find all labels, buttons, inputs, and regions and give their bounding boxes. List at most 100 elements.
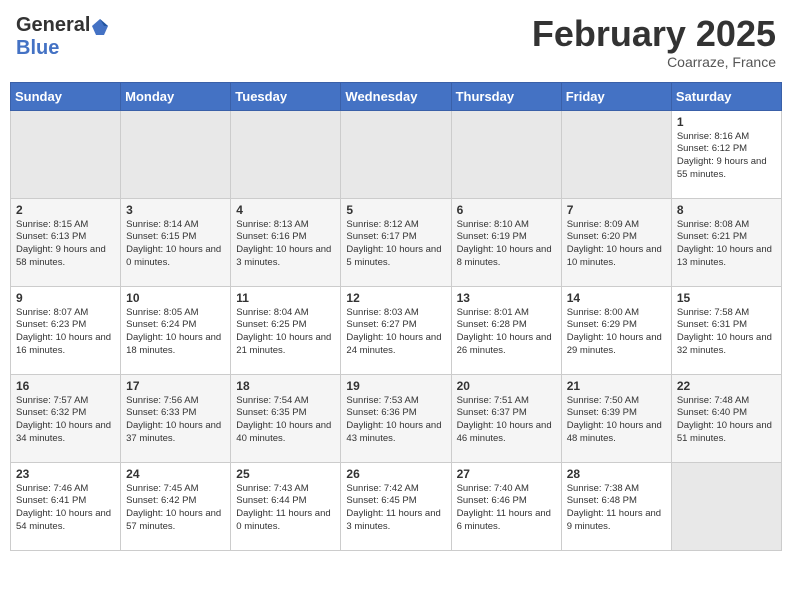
day-info: Sunrise: 7:54 AM Sunset: 6:35 PM Dayligh… bbox=[236, 395, 335, 446]
day-info: Sunrise: 7:42 AM Sunset: 6:45 PM Dayligh… bbox=[346, 483, 445, 534]
calendar-cell-w5-d7 bbox=[671, 462, 781, 550]
calendar-cell-w5-d3: 25 Sunrise: 7:43 AM Sunset: 6:44 PM Dayl… bbox=[231, 462, 341, 550]
sunrise: Sunrise: 8:08 AM bbox=[677, 219, 749, 230]
sunset: Sunset: 6:48 PM bbox=[567, 495, 637, 506]
calendar-cell-w3-d7: 15 Sunrise: 7:58 AM Sunset: 6:31 PM Dayl… bbox=[671, 286, 781, 374]
sunrise: Sunrise: 8:01 AM bbox=[457, 307, 529, 318]
daylight: Daylight: 10 hours and 40 minutes. bbox=[236, 420, 331, 444]
sunset: Sunset: 6:39 PM bbox=[567, 407, 637, 418]
day-number: 14 bbox=[567, 291, 666, 305]
day-number: 28 bbox=[567, 467, 666, 481]
calendar-cell-w2-d2: 3 Sunrise: 8:14 AM Sunset: 6:15 PM Dayli… bbox=[121, 198, 231, 286]
sunset: Sunset: 6:35 PM bbox=[236, 407, 306, 418]
header-wednesday: Wednesday bbox=[341, 82, 451, 110]
day-number: 6 bbox=[457, 203, 556, 217]
calendar-cell-w5-d2: 24 Sunrise: 7:45 AM Sunset: 6:42 PM Dayl… bbox=[121, 462, 231, 550]
day-number: 16 bbox=[16, 379, 115, 393]
sunrise: Sunrise: 7:48 AM bbox=[677, 395, 749, 406]
sunset: Sunset: 6:32 PM bbox=[16, 407, 86, 418]
title-area: February 2025 Coarraze, France bbox=[532, 14, 776, 70]
sunrise: Sunrise: 7:56 AM bbox=[126, 395, 198, 406]
sunrise: Sunrise: 8:07 AM bbox=[16, 307, 88, 318]
calendar-cell-w4-d2: 17 Sunrise: 7:56 AM Sunset: 6:33 PM Dayl… bbox=[121, 374, 231, 462]
day-info: Sunrise: 7:38 AM Sunset: 6:48 PM Dayligh… bbox=[567, 483, 666, 534]
daylight: Daylight: 11 hours and 9 minutes. bbox=[567, 508, 661, 532]
calendar-cell-w1-d1 bbox=[11, 110, 121, 198]
daylight: Daylight: 9 hours and 55 minutes. bbox=[677, 156, 767, 180]
sunrise: Sunrise: 7:58 AM bbox=[677, 307, 749, 318]
calendar-cell-w5-d4: 26 Sunrise: 7:42 AM Sunset: 6:45 PM Dayl… bbox=[341, 462, 451, 550]
daylight: Daylight: 10 hours and 29 minutes. bbox=[567, 332, 662, 356]
calendar-cell-w3-d5: 13 Sunrise: 8:01 AM Sunset: 6:28 PM Dayl… bbox=[451, 286, 561, 374]
sunrise: Sunrise: 7:43 AM bbox=[236, 483, 308, 494]
calendar-week-3: 9 Sunrise: 8:07 AM Sunset: 6:23 PM Dayli… bbox=[11, 286, 782, 374]
sunset: Sunset: 6:21 PM bbox=[677, 231, 747, 242]
calendar-cell-w2-d1: 2 Sunrise: 8:15 AM Sunset: 6:13 PM Dayli… bbox=[11, 198, 121, 286]
day-number: 21 bbox=[567, 379, 666, 393]
calendar-cell-w3-d1: 9 Sunrise: 8:07 AM Sunset: 6:23 PM Dayli… bbox=[11, 286, 121, 374]
sunset: Sunset: 6:12 PM bbox=[677, 143, 747, 154]
daylight: Daylight: 10 hours and 51 minutes. bbox=[677, 420, 772, 444]
sunset: Sunset: 6:40 PM bbox=[677, 407, 747, 418]
daylight: Daylight: 10 hours and 34 minutes. bbox=[16, 420, 111, 444]
calendar-cell-w1-d6 bbox=[561, 110, 671, 198]
day-info: Sunrise: 8:13 AM Sunset: 6:16 PM Dayligh… bbox=[236, 219, 335, 270]
calendar-cell-w1-d4 bbox=[341, 110, 451, 198]
day-number: 24 bbox=[126, 467, 225, 481]
header-thursday: Thursday bbox=[451, 82, 561, 110]
day-info: Sunrise: 7:56 AM Sunset: 6:33 PM Dayligh… bbox=[126, 395, 225, 446]
day-number: 13 bbox=[457, 291, 556, 305]
sunset: Sunset: 6:25 PM bbox=[236, 319, 306, 330]
sunset: Sunset: 6:37 PM bbox=[457, 407, 527, 418]
sunset: Sunset: 6:36 PM bbox=[346, 407, 416, 418]
day-info: Sunrise: 8:05 AM Sunset: 6:24 PM Dayligh… bbox=[126, 307, 225, 358]
sunrise: Sunrise: 8:03 AM bbox=[346, 307, 418, 318]
calendar-cell-w4-d6: 21 Sunrise: 7:50 AM Sunset: 6:39 PM Dayl… bbox=[561, 374, 671, 462]
day-number: 2 bbox=[16, 203, 115, 217]
month-title: February 2025 bbox=[532, 14, 776, 54]
sunrise: Sunrise: 7:54 AM bbox=[236, 395, 308, 406]
daylight: Daylight: 10 hours and 16 minutes. bbox=[16, 332, 111, 356]
logo-general: General bbox=[16, 14, 90, 36]
logo-blue: Blue bbox=[16, 37, 59, 59]
calendar-header-row: Sunday Monday Tuesday Wednesday Thursday… bbox=[11, 82, 782, 110]
sunset: Sunset: 6:46 PM bbox=[457, 495, 527, 506]
header-saturday: Saturday bbox=[671, 82, 781, 110]
sunrise: Sunrise: 8:05 AM bbox=[126, 307, 198, 318]
daylight: Daylight: 10 hours and 0 minutes. bbox=[126, 244, 221, 268]
calendar-cell-w1-d3 bbox=[231, 110, 341, 198]
day-number: 3 bbox=[126, 203, 225, 217]
sunset: Sunset: 6:41 PM bbox=[16, 495, 86, 506]
day-number: 25 bbox=[236, 467, 335, 481]
day-info: Sunrise: 7:57 AM Sunset: 6:32 PM Dayligh… bbox=[16, 395, 115, 446]
daylight: Daylight: 10 hours and 43 minutes. bbox=[346, 420, 441, 444]
calendar-cell-w4-d7: 22 Sunrise: 7:48 AM Sunset: 6:40 PM Dayl… bbox=[671, 374, 781, 462]
sunset: Sunset: 6:19 PM bbox=[457, 231, 527, 242]
daylight: Daylight: 10 hours and 3 minutes. bbox=[236, 244, 331, 268]
day-info: Sunrise: 7:53 AM Sunset: 6:36 PM Dayligh… bbox=[346, 395, 445, 446]
header-friday: Friday bbox=[561, 82, 671, 110]
calendar-cell-w5-d6: 28 Sunrise: 7:38 AM Sunset: 6:48 PM Dayl… bbox=[561, 462, 671, 550]
sunrise: Sunrise: 8:10 AM bbox=[457, 219, 529, 230]
calendar-cell-w2-d4: 5 Sunrise: 8:12 AM Sunset: 6:17 PM Dayli… bbox=[341, 198, 451, 286]
sunrise: Sunrise: 8:14 AM bbox=[126, 219, 198, 230]
day-info: Sunrise: 7:50 AM Sunset: 6:39 PM Dayligh… bbox=[567, 395, 666, 446]
daylight: Daylight: 10 hours and 32 minutes. bbox=[677, 332, 772, 356]
daylight: Daylight: 11 hours and 0 minutes. bbox=[236, 508, 330, 532]
day-info: Sunrise: 8:16 AM Sunset: 6:12 PM Dayligh… bbox=[677, 131, 776, 182]
daylight: Daylight: 10 hours and 18 minutes. bbox=[126, 332, 221, 356]
day-number: 18 bbox=[236, 379, 335, 393]
daylight: Daylight: 10 hours and 24 minutes. bbox=[346, 332, 441, 356]
sunset: Sunset: 6:33 PM bbox=[126, 407, 196, 418]
day-info: Sunrise: 8:03 AM Sunset: 6:27 PM Dayligh… bbox=[346, 307, 445, 358]
calendar-cell-w4-d4: 19 Sunrise: 7:53 AM Sunset: 6:36 PM Dayl… bbox=[341, 374, 451, 462]
daylight: Daylight: 10 hours and 37 minutes. bbox=[126, 420, 221, 444]
sunset: Sunset: 6:15 PM bbox=[126, 231, 196, 242]
day-number: 15 bbox=[677, 291, 776, 305]
location: Coarraze, France bbox=[532, 54, 776, 70]
calendar-cell-w4-d3: 18 Sunrise: 7:54 AM Sunset: 6:35 PM Dayl… bbox=[231, 374, 341, 462]
sunrise: Sunrise: 7:46 AM bbox=[16, 483, 88, 494]
calendar-cell-w2-d3: 4 Sunrise: 8:13 AM Sunset: 6:16 PM Dayli… bbox=[231, 198, 341, 286]
day-number: 1 bbox=[677, 115, 776, 129]
calendar-cell-w3-d3: 11 Sunrise: 8:04 AM Sunset: 6:25 PM Dayl… bbox=[231, 286, 341, 374]
